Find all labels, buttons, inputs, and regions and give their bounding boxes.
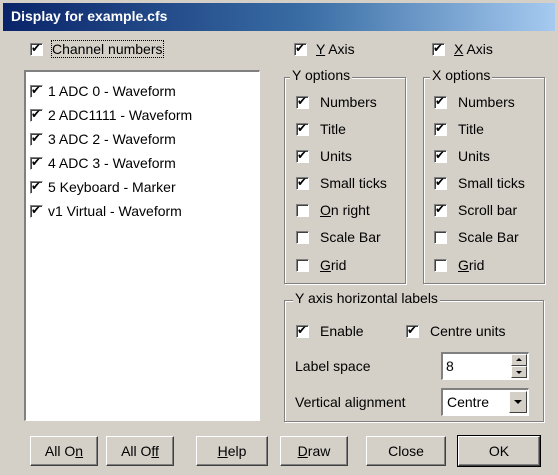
- vertical-alignment-select[interactable]: Centre: [441, 388, 529, 416]
- all-off-button[interactable]: All Off: [106, 436, 174, 466]
- y-numbers-label: Numbers: [320, 94, 377, 110]
- channel-3-checkbox[interactable]: [30, 131, 43, 146]
- channel-5-checkbox[interactable]: [30, 179, 43, 194]
- x-scroll-bar-option[interactable]: Scroll bar: [434, 201, 539, 221]
- spin-up-icon[interactable]: [511, 354, 527, 366]
- x-axis-check[interactable]: [432, 41, 445, 56]
- channel-1-label: 1 ADC 0 - Waveform: [48, 83, 176, 99]
- x-numbers-option[interactable]: Numbers: [434, 93, 539, 113]
- x-grid-label: Grid: [458, 257, 485, 273]
- y-scale-bar-option[interactable]: Scale Bar: [296, 228, 396, 248]
- channel-v1-label: v1 Virtual - Waveform: [48, 203, 182, 219]
- help-button[interactable]: Help: [196, 436, 268, 466]
- y-on-right-label: On right: [320, 202, 370, 218]
- x-numbers-label: Numbers: [458, 94, 515, 110]
- y-axis-check[interactable]: [294, 41, 307, 56]
- channel-numbers-label: Channel numbers: [51, 40, 164, 58]
- y-options-title: Y options: [290, 67, 353, 83]
- y-on-right-option[interactable]: On right: [296, 201, 396, 221]
- channel-4-label: 4 ADC 3 - Waveform: [48, 155, 176, 171]
- centre-units-option[interactable]: Centre units: [406, 322, 526, 342]
- channel-numbers-checkbox[interactable]: Channel numbers: [30, 40, 180, 60]
- spin-down-icon[interactable]: [511, 366, 527, 378]
- vertical-alignment-value: Centre: [447, 394, 490, 410]
- channel-2-label: 2 ADC1111 - Waveform: [48, 107, 193, 123]
- y-small-ticks-option[interactable]: Small ticks: [296, 174, 396, 194]
- x-scale-bar-label: Scale Bar: [458, 229, 519, 245]
- y-small-ticks-checkbox[interactable]: [296, 175, 309, 190]
- dialog-title: Display for example.cfs: [11, 8, 168, 24]
- label-space-value[interactable]: 8: [446, 358, 454, 374]
- x-axis-checkbox[interactable]: X Axis: [432, 40, 512, 60]
- channel-list[interactable]: 1 ADC 0 - Waveform 2 ADC1111 - Waveform …: [24, 70, 260, 421]
- ok-button[interactable]: OK: [457, 435, 541, 467]
- x-small-ticks-checkbox[interactable]: [434, 175, 447, 190]
- y-scale-bar-checkbox[interactable]: [296, 231, 309, 244]
- label-space-stepper[interactable]: 8: [441, 352, 529, 380]
- x-scale-bar-option[interactable]: Scale Bar: [434, 228, 539, 248]
- close-button[interactable]: Close: [366, 436, 446, 466]
- x-scale-bar-checkbox[interactable]: [434, 231, 447, 244]
- y-units-option[interactable]: Units: [296, 147, 396, 167]
- y-grid-checkbox[interactable]: [296, 259, 309, 272]
- x-numbers-checkbox[interactable]: [434, 94, 447, 109]
- y-units-checkbox[interactable]: [296, 148, 309, 163]
- x-units-checkbox[interactable]: [434, 148, 447, 163]
- x-title-checkbox[interactable]: [434, 121, 447, 136]
- all-on-button[interactable]: All On: [30, 436, 98, 466]
- title-bar[interactable]: Display for example.cfs: [3, 3, 555, 31]
- y-numbers-checkbox[interactable]: [296, 94, 309, 109]
- channel-3-label: 3 ADC 2 - Waveform: [48, 131, 176, 147]
- y-scale-bar-label: Scale Bar: [320, 229, 381, 245]
- channel-2-checkbox[interactable]: [30, 107, 43, 122]
- x-grid-option[interactable]: Grid: [434, 256, 539, 276]
- draw-button[interactable]: Draw: [280, 436, 348, 466]
- x-scroll-bar-label: Scroll bar: [458, 202, 518, 218]
- x-units-option[interactable]: Units: [434, 147, 539, 167]
- x-units-label: Units: [458, 148, 490, 164]
- y-small-ticks-label: Small ticks: [320, 175, 387, 191]
- x-scroll-bar-checkbox[interactable]: [434, 202, 447, 217]
- y-numbers-option[interactable]: Numbers: [296, 93, 396, 113]
- x-grid-checkbox[interactable]: [434, 259, 447, 272]
- x-title-label: Title: [458, 121, 484, 137]
- vertical-alignment-label: Vertical alignment: [295, 394, 406, 410]
- y-title-checkbox[interactable]: [296, 121, 309, 136]
- x-options-title: X options: [430, 67, 493, 83]
- chevron-down-icon[interactable]: [509, 391, 527, 413]
- centre-units-label: Centre units: [430, 323, 506, 339]
- x-small-ticks-label: Small ticks: [458, 175, 525, 191]
- centre-units-checkbox[interactable]: [406, 323, 419, 338]
- channel-v1-checkbox[interactable]: [30, 203, 43, 218]
- y-title-option[interactable]: Title: [296, 120, 396, 140]
- x-small-ticks-option[interactable]: Small ticks: [434, 174, 539, 194]
- channel-4-checkbox[interactable]: [30, 155, 43, 170]
- horizontal-labels-title: Y axis horizontal labels: [293, 290, 440, 306]
- enable-option[interactable]: Enable: [296, 322, 386, 342]
- enable-checkbox[interactable]: [296, 323, 309, 338]
- y-axis-checkbox[interactable]: Y Axis: [294, 40, 374, 60]
- y-grid-option[interactable]: Grid: [296, 256, 396, 276]
- channel-5-label: 5 Keyboard - Marker: [48, 179, 176, 195]
- x-axis-label: X Axis: [454, 41, 493, 57]
- channel-numbers-check[interactable]: [30, 41, 43, 56]
- y-grid-label: Grid: [320, 257, 347, 273]
- y-units-label: Units: [320, 148, 352, 164]
- y-axis-label: Y Axis: [316, 41, 355, 57]
- dialog-window: Display for example.cfs Channel numbers …: [0, 0, 558, 475]
- label-space-label: Label space: [295, 358, 371, 374]
- enable-label: Enable: [320, 323, 364, 339]
- channel-1-checkbox[interactable]: [30, 83, 43, 98]
- x-title-option[interactable]: Title: [434, 120, 539, 140]
- y-title-label: Title: [320, 121, 346, 137]
- y-on-right-checkbox[interactable]: [296, 204, 309, 217]
